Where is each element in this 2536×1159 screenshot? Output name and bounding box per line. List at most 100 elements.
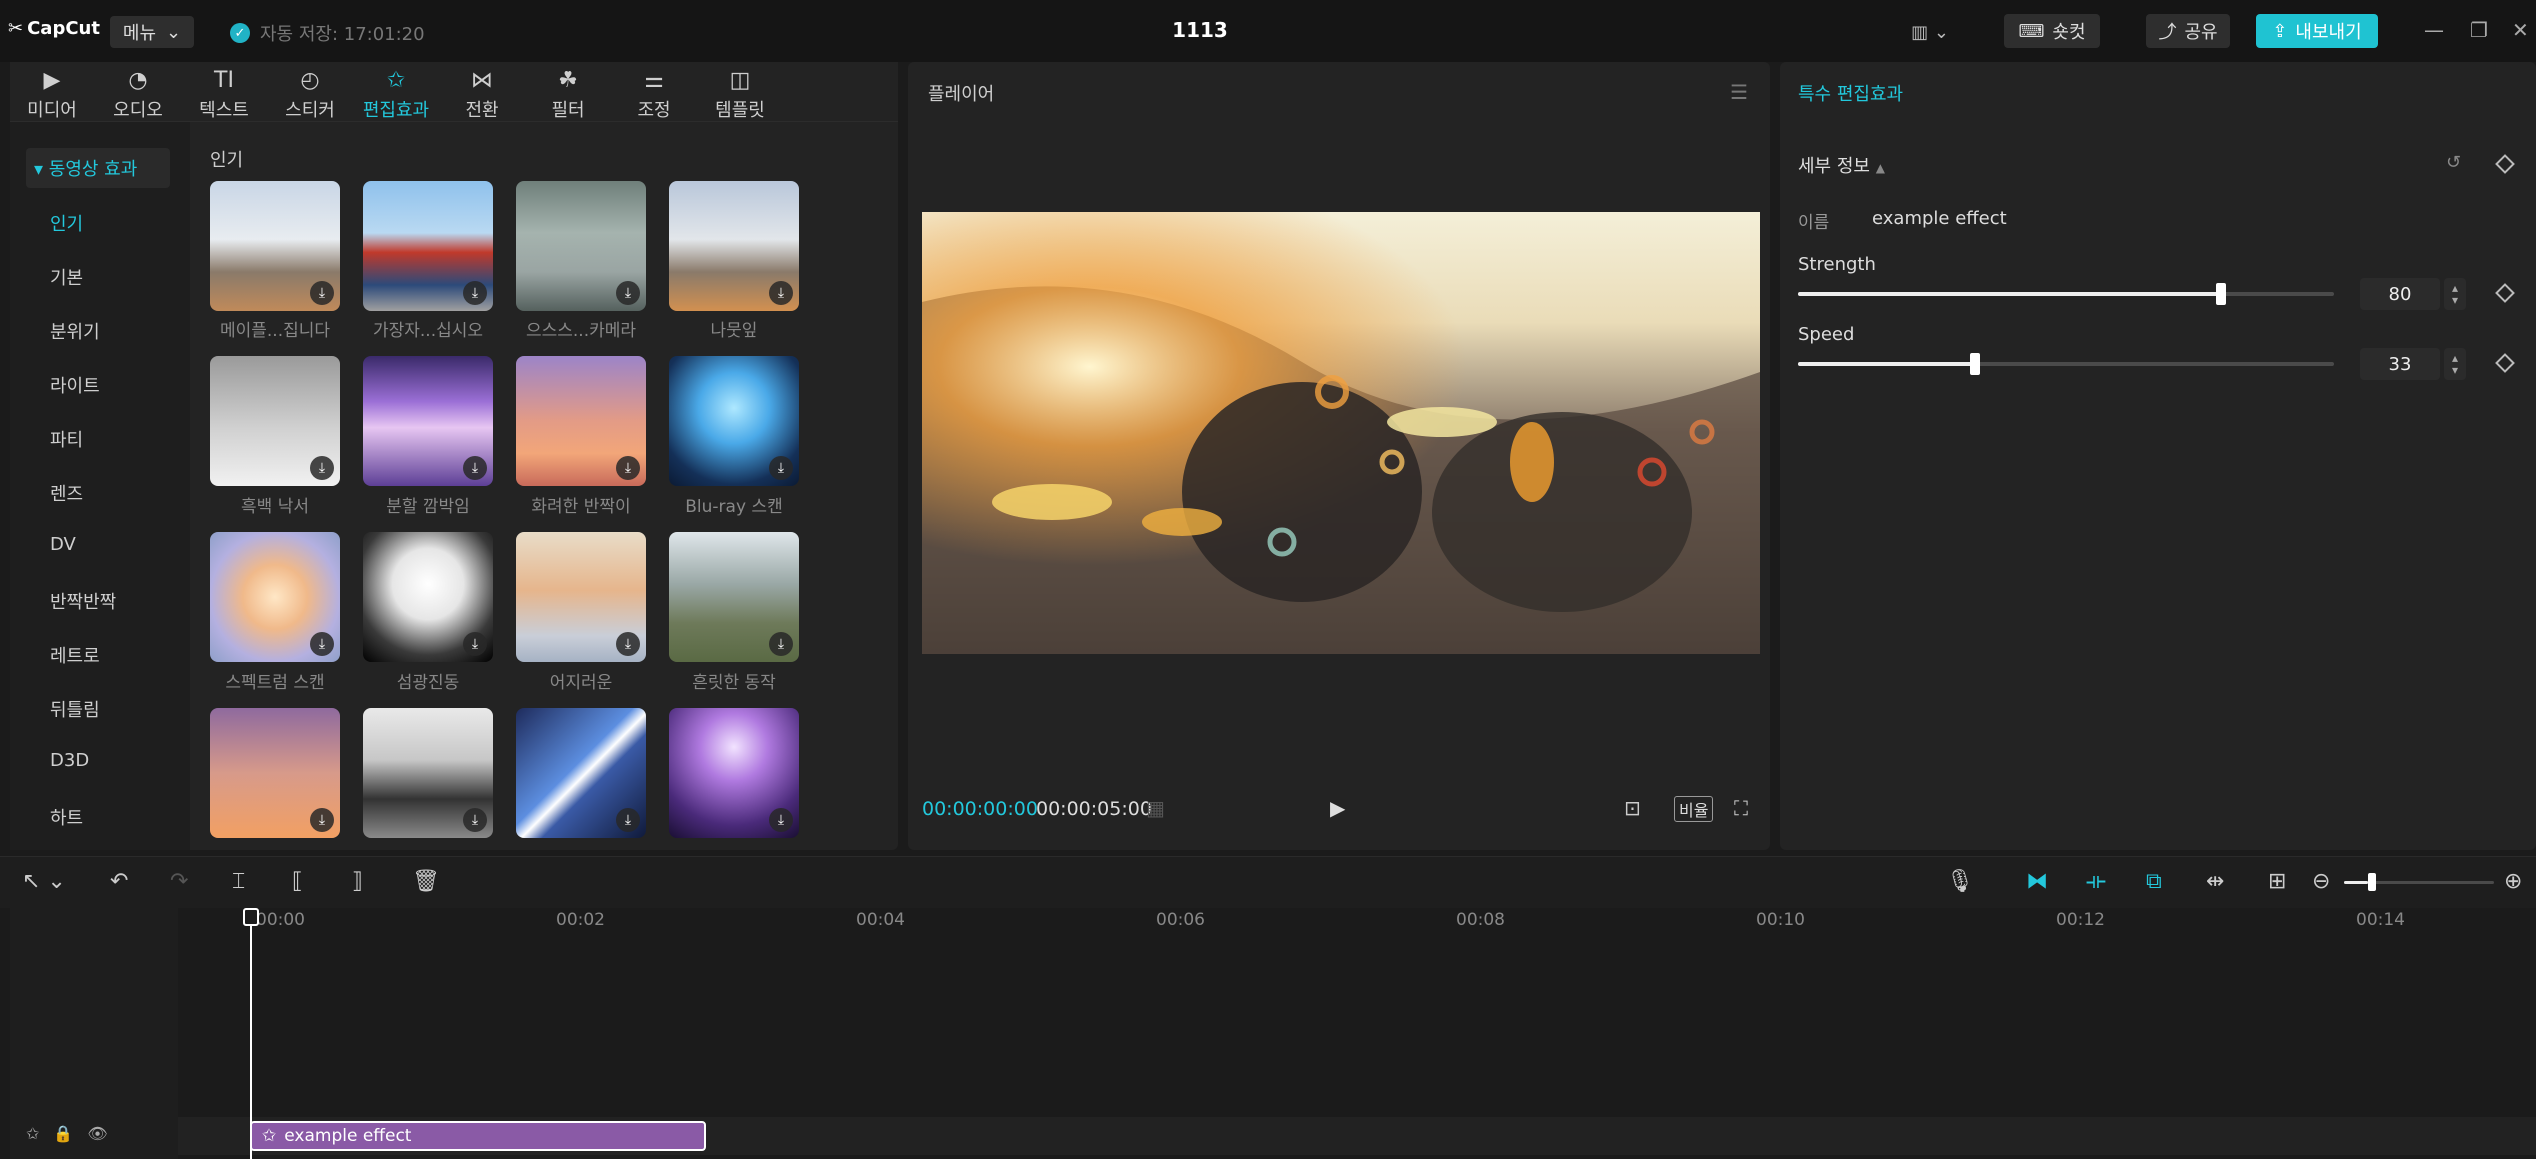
ratio-button[interactable]: 비율 [1674, 796, 1714, 822]
tab-filter[interactable]: ☘ 필터 [526, 66, 610, 122]
download-icon[interactable]: ⤓ [769, 456, 793, 480]
split-view-icon[interactable]: ⇹ [2206, 869, 2224, 894]
effect-thumbnail[interactable]: ⤓ [669, 356, 799, 486]
effect-clip[interactable]: ✩ example effect [250, 1121, 706, 1151]
effect-thumbnail[interactable]: ⤓ [669, 532, 799, 662]
download-icon[interactable]: ⤓ [310, 456, 334, 480]
layout-icon[interactable]: ▥ ⌄ [1905, 16, 1955, 48]
download-icon[interactable]: ⤓ [769, 632, 793, 656]
tab-template[interactable]: ◫ 템플릿 [698, 66, 782, 122]
category-item[interactable]: 하트 [50, 804, 83, 830]
tab-adjust[interactable]: ⚌ 조정 [612, 66, 696, 122]
strength-stepper[interactable]: ▴ ▾ [2444, 278, 2466, 310]
download-icon[interactable]: ⤓ [616, 808, 640, 832]
delete-icon[interactable]: 🗑 [412, 869, 440, 894]
download-icon[interactable]: ⤓ [310, 281, 334, 305]
time-ruler[interactable]: 00:00 00:02 00:04 00:06 00:08 00:10 00:1… [178, 908, 2536, 944]
download-icon[interactable]: ⤓ [769, 281, 793, 305]
strength-slider-handle[interactable] [2216, 283, 2227, 305]
magnet-icon[interactable]: ⧓ [2026, 869, 2048, 894]
eye-icon[interactable]: 👁 [87, 1124, 107, 1143]
minimize-icon[interactable]: — [2424, 18, 2444, 42]
speed-slider[interactable] [1798, 353, 2334, 375]
category-item[interactable]: D3D [50, 750, 89, 771]
trim-left-icon[interactable]: ⟦ [292, 869, 303, 894]
fullscreen-icon[interactable]: ⛶ [1734, 796, 1748, 820]
playhead[interactable] [250, 908, 252, 1159]
category-item[interactable]: 뒤틀림 [50, 696, 100, 722]
effect-thumbnail[interactable]: ⤓ [516, 181, 646, 311]
category-item[interactable]: 인기 [50, 210, 83, 236]
details-section[interactable]: 세부 정보 ▲ [1798, 152, 1885, 178]
keyframe-icon[interactable] [2495, 283, 2515, 303]
category-item[interactable]: 라이트 [50, 372, 100, 398]
tab-audio[interactable]: ◔ 오디오 [96, 66, 180, 122]
strength-slider[interactable] [1798, 283, 2334, 305]
project-title[interactable]: 1113 [1140, 18, 1260, 42]
category-item[interactable]: 반짝반짝 [50, 588, 116, 614]
speed-stepper[interactable]: ▴ ▾ [2444, 348, 2466, 380]
link-icon[interactable]: ⧉ [2146, 869, 2162, 894]
tab-text[interactable]: TI 텍스트 [182, 66, 266, 122]
playhead-handle[interactable] [243, 908, 259, 926]
effect-thumbnail[interactable]: ⤓ [210, 181, 340, 311]
effect-thumbnail[interactable]: ⤓ [669, 708, 799, 838]
category-item[interactable]: 레트로 [50, 642, 100, 668]
effect-thumbnail[interactable]: ⤓ [516, 356, 646, 486]
redo-icon[interactable]: ↷ [170, 869, 188, 894]
category-item[interactable]: 기본 [50, 264, 83, 290]
download-icon[interactable]: ⤓ [463, 281, 487, 305]
undo-icon[interactable]: ↶ [110, 869, 128, 894]
tab-media[interactable]: ▶ 미디어 [10, 66, 94, 122]
effect-thumbnail[interactable]: ⤓ [516, 708, 646, 838]
tab-effects[interactable]: ✩ 편집효과 [354, 66, 438, 122]
video-preview[interactable] [922, 212, 1760, 654]
tab-sticker[interactable]: ◴ 스티커 [268, 66, 352, 122]
hamburger-icon[interactable]: ☰ [1730, 80, 1748, 104]
effect-thumbnail[interactable]: ⤓ [210, 356, 340, 486]
menu-button[interactable]: 메뉴 ⌄ [110, 16, 194, 48]
download-icon[interactable]: ⤓ [463, 808, 487, 832]
lock-icon[interactable]: 🔒 [53, 1124, 73, 1143]
preview-icon[interactable]: ⊞ [2268, 869, 2286, 894]
screenshot-icon[interactable]: ⊡ [1624, 796, 1641, 820]
effect-thumbnail[interactable]: ⤓ [363, 708, 493, 838]
download-icon[interactable]: ⤓ [616, 456, 640, 480]
download-icon[interactable]: ⤓ [310, 808, 334, 832]
category-item[interactable]: 파티 [50, 426, 83, 452]
play-icon[interactable]: ▶ [1330, 796, 1345, 820]
strength-input[interactable]: 80 [2360, 278, 2440, 310]
category-item[interactable]: DV [50, 534, 76, 555]
select-tool-icon[interactable]: ↖ ⌄ [22, 869, 66, 894]
effect-thumbnail[interactable]: ⤓ [516, 532, 646, 662]
keyframe-icon[interactable] [2495, 353, 2515, 373]
download-icon[interactable]: ⤓ [616, 632, 640, 656]
zoom-out-icon[interactable]: ⊖ [2312, 869, 2330, 894]
zoom-in-icon[interactable]: ⊕ [2504, 869, 2522, 894]
shortcuts-button[interactable]: ⌨ 숏컷 [2004, 14, 2100, 48]
download-icon[interactable]: ⤓ [310, 632, 334, 656]
restore-icon[interactable]: ❐ [2470, 18, 2488, 42]
download-icon[interactable]: ⤓ [769, 808, 793, 832]
speed-input[interactable]: 33 [2360, 348, 2440, 380]
auto-snap-icon[interactable]: ⟛ [2086, 869, 2106, 894]
effect-thumbnail[interactable]: ⤓ [210, 708, 340, 838]
split-icon[interactable]: ⌶ [232, 869, 245, 894]
reset-icon[interactable]: ↺ [2446, 152, 2461, 173]
effect-thumbnail[interactable]: ⤓ [363, 532, 493, 662]
effect-thumbnail[interactable]: ⤓ [669, 181, 799, 311]
download-icon[interactable]: ⤓ [616, 281, 640, 305]
category-item[interactable]: 렌즈 [50, 480, 83, 506]
effect-thumbnail[interactable]: ⤓ [210, 532, 340, 662]
effect-thumbnail[interactable]: ⤓ [363, 181, 493, 311]
speed-slider-handle[interactable] [1969, 353, 1980, 375]
trim-right-icon[interactable]: ⟧ [352, 869, 363, 894]
close-icon[interactable]: ✕ [2512, 18, 2529, 42]
download-icon[interactable]: ⤓ [463, 456, 487, 480]
zoom-slider-handle[interactable] [2368, 873, 2376, 891]
effect-thumbnail[interactable]: ⤓ [363, 356, 493, 486]
share-button[interactable]: ⤴ 공유 [2146, 14, 2230, 48]
keyframe-icon[interactable] [2495, 154, 2515, 174]
download-icon[interactable]: ⤓ [463, 632, 487, 656]
tab-transition[interactable]: ⋈ 전환 [440, 66, 524, 122]
